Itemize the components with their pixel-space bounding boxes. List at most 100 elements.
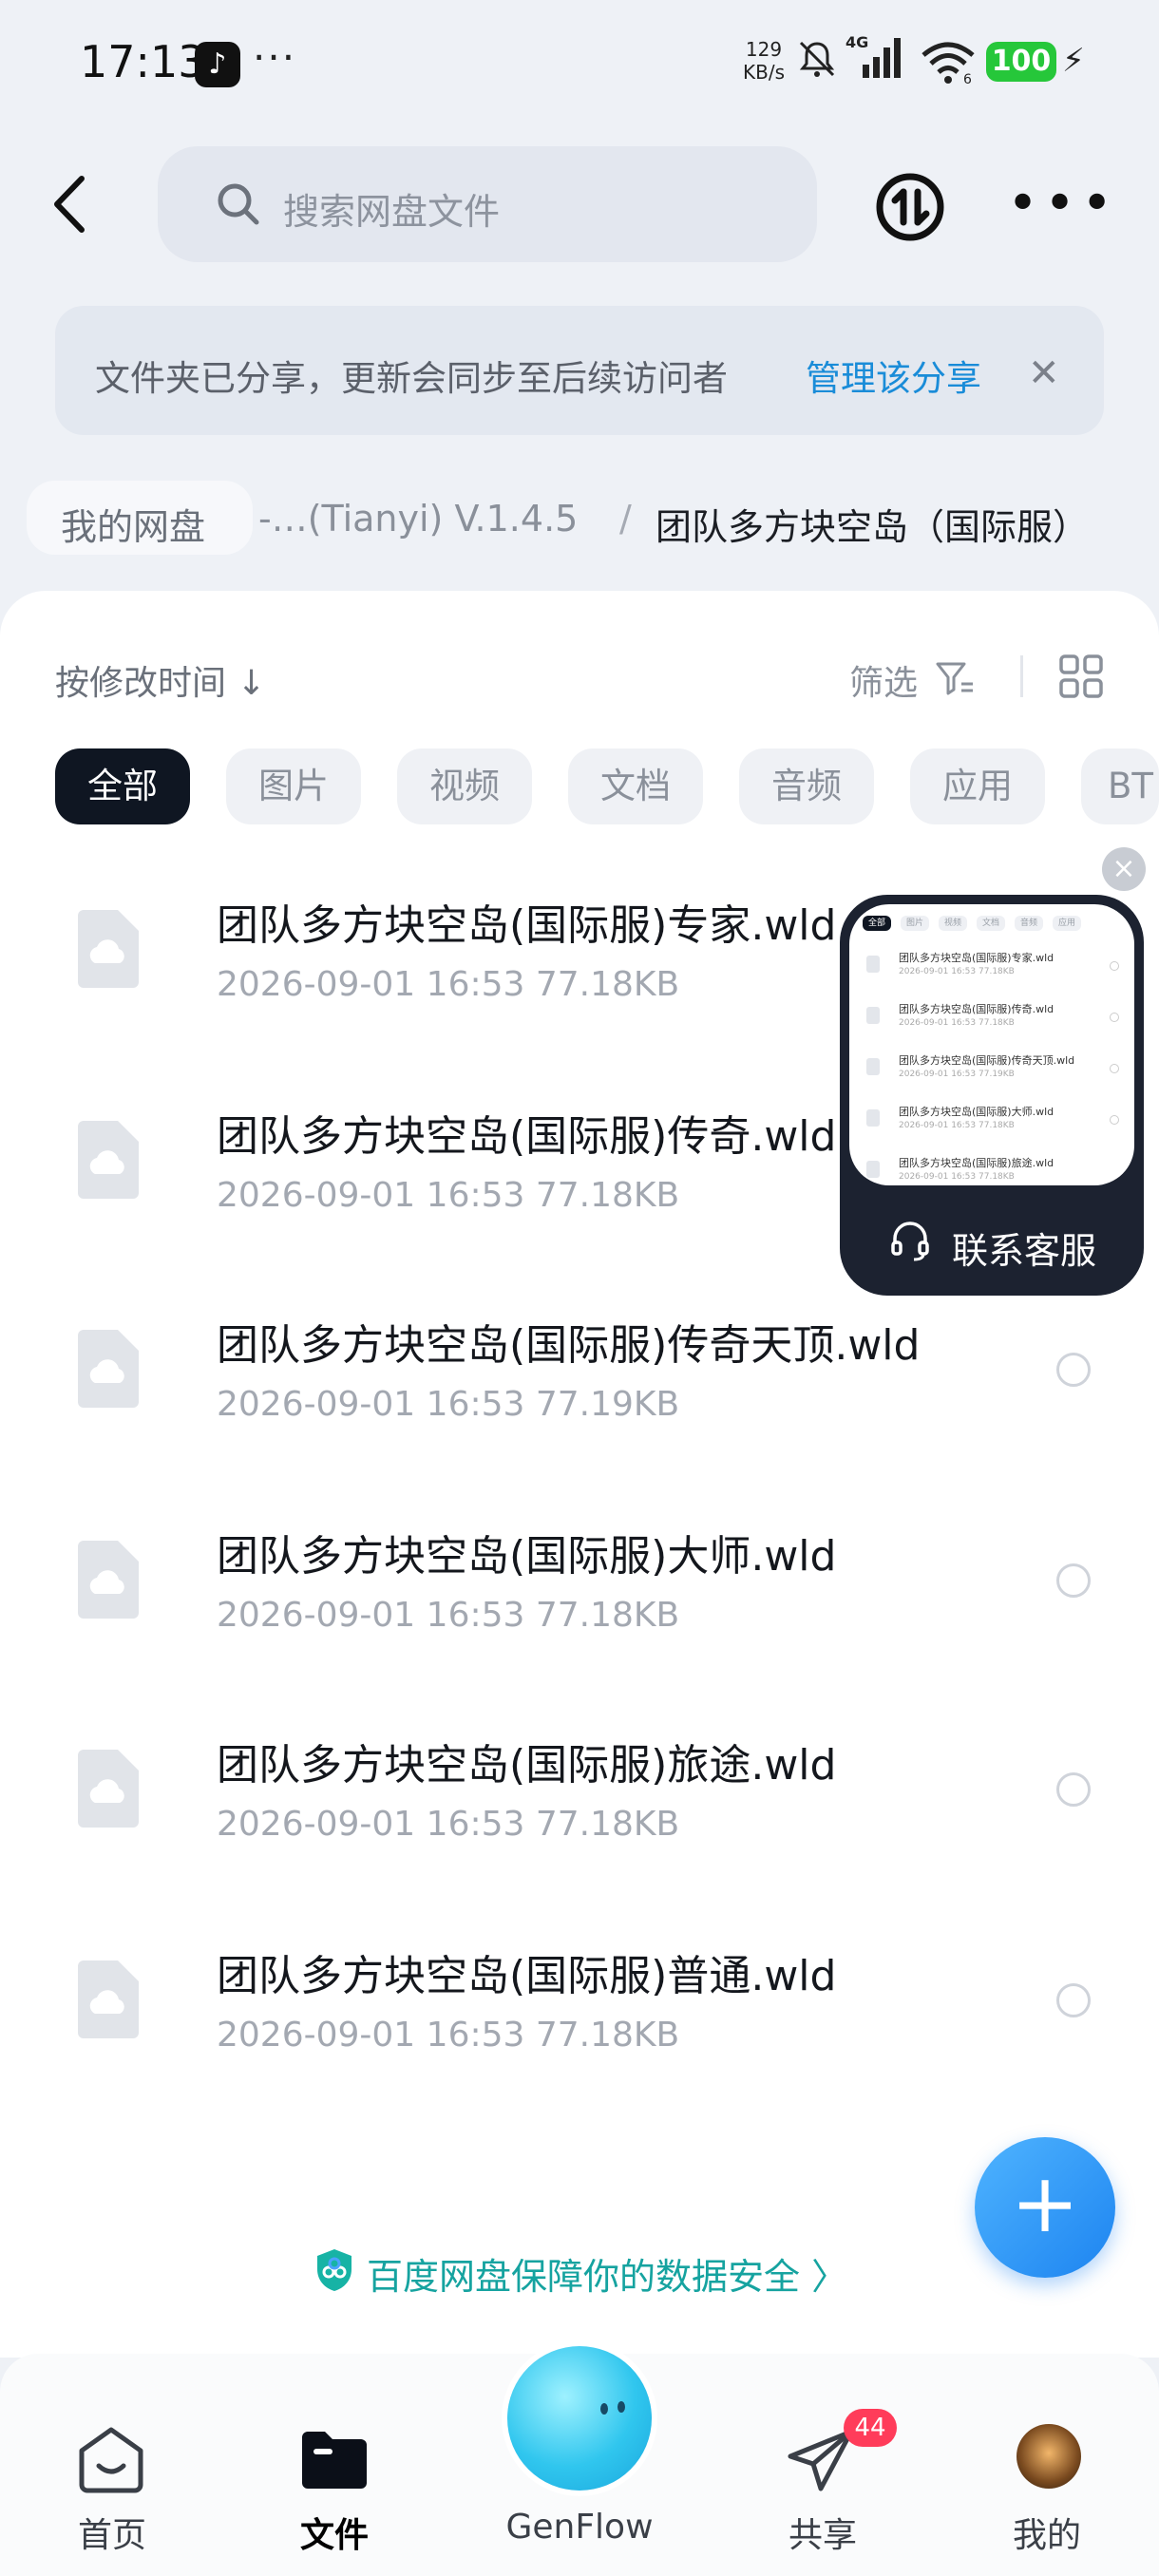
net-speed: 129 KB/s bbox=[743, 38, 785, 84]
filter-button[interactable]: 筛选 bbox=[849, 655, 918, 705]
preview-chip: 视频 bbox=[939, 916, 967, 931]
preview-file-name: 团队多方块空岛(国际服)专家.wld bbox=[899, 952, 1054, 964]
share-badge: 44 bbox=[844, 2409, 897, 2447]
nav-genflow-label[interactable]: GenFlow bbox=[494, 2508, 665, 2547]
preview-file-name: 团队多方块空岛(国际服)大师.wld bbox=[899, 1106, 1054, 1118]
net-speed-unit: KB/s bbox=[743, 61, 785, 84]
cellular-signal-icon: 4G bbox=[846, 34, 901, 78]
file-meta: 2026-09-01 16:53 77.19KB bbox=[217, 1385, 680, 1424]
select-radio[interactable] bbox=[1056, 1563, 1091, 1598]
shield-icon bbox=[317, 2249, 352, 2291]
file-meta: 2026-09-01 16:53 77.18KB bbox=[217, 1805, 680, 1844]
chip-bt[interactable]: BT bbox=[1081, 748, 1159, 824]
preview-chip: 音频 bbox=[1015, 916, 1043, 931]
cloud-file-icon bbox=[78, 1541, 139, 1619]
grid-view-icon[interactable] bbox=[1058, 653, 1104, 699]
preview-file-icon bbox=[866, 1058, 880, 1075]
status-time: 17:13 bbox=[80, 36, 206, 87]
breadcrumb-parent[interactable]: -…(Tianyi) V.1.4.5 bbox=[258, 498, 578, 540]
file-name: 团队多方块空岛(国际服)普通.wld bbox=[217, 1952, 837, 2000]
preview-radio bbox=[1110, 1115, 1119, 1125]
cloud-file-icon bbox=[78, 1330, 139, 1408]
net-speed-value: 129 bbox=[745, 38, 783, 61]
breadcrumb-home-label[interactable]: 我的网盘 bbox=[61, 498, 205, 550]
preview-file-meta: 2026-09-01 16:53 77.18KB bbox=[899, 1018, 1015, 1028]
file-list-panel bbox=[0, 591, 1159, 2358]
back-arrow-icon[interactable] bbox=[48, 171, 95, 237]
preview-file-icon bbox=[866, 956, 880, 973]
breadcrumb-current: 团队多方块空岛（国际服） bbox=[656, 506, 1090, 548]
folder-icon[interactable] bbox=[298, 2426, 370, 2492]
search-icon bbox=[218, 183, 259, 225]
preview-file-name: 团队多方块空岛(国际服)传奇.wld bbox=[899, 1003, 1054, 1015]
close-floating-window-icon[interactable]: × bbox=[1102, 847, 1146, 891]
preview-radio bbox=[1110, 1064, 1119, 1073]
data-security-link[interactable]: 百度网盘保障你的数据安全 〉 bbox=[367, 2247, 847, 2300]
floating-window-preview: 全部 图片 视频 文档 音频 应用 团队多方块空岛(国际服)专家.wld 202… bbox=[849, 904, 1134, 1185]
chip-videos[interactable]: 视频 bbox=[397, 748, 532, 824]
nav-files-label[interactable]: 文件 bbox=[296, 2508, 372, 2557]
more-notifications-icon: ··· bbox=[253, 34, 297, 81]
file-meta: 2026-09-01 16:53 77.18KB bbox=[217, 1596, 680, 1635]
manage-share-link[interactable]: 管理该分享 bbox=[806, 350, 981, 401]
home-smile-icon[interactable] bbox=[76, 2424, 146, 2494]
preview-file-name: 团队多方块空岛(国际服)传奇天顶.wld bbox=[899, 1054, 1075, 1067]
cloud-file-icon bbox=[78, 1121, 139, 1199]
sort-by-modified-button[interactable]: 按修改时间 ↓ bbox=[55, 655, 266, 705]
breadcrumb-separator: / bbox=[619, 498, 632, 540]
mute-bell-icon bbox=[799, 41, 835, 77]
toolbar-divider bbox=[1020, 655, 1023, 697]
preview-file-icon bbox=[866, 1161, 880, 1178]
file-name: 团队多方块空岛(国际服)传奇.wld bbox=[217, 1112, 837, 1161]
avatar[interactable] bbox=[1016, 2424, 1081, 2489]
preview-file-meta: 2026-09-01 16:53 77.18KB bbox=[899, 967, 1015, 976]
cloud-file-icon bbox=[78, 1960, 139, 2038]
preview-chip: 全部 bbox=[863, 916, 891, 931]
charging-icon: ⚡ bbox=[1062, 42, 1085, 80]
preview-radio bbox=[1110, 1013, 1119, 1022]
nav-share-label[interactable]: 共享 bbox=[785, 2508, 861, 2557]
file-name: 团队多方块空岛(国际服)旅途.wld bbox=[217, 1741, 837, 1790]
select-radio[interactable] bbox=[1056, 1772, 1091, 1807]
chip-images[interactable]: 图片 bbox=[226, 748, 361, 824]
chip-all[interactable]: 全部 bbox=[55, 748, 190, 824]
cloud-file-icon bbox=[78, 1750, 139, 1828]
headset-icon bbox=[891, 1222, 929, 1261]
file-name: 团队多方块空岛(国际服)传奇天顶.wld bbox=[217, 1321, 921, 1370]
nav-me-label[interactable]: 我的 bbox=[1009, 2508, 1085, 2557]
contact-support-label[interactable]: 联系客服 bbox=[952, 1222, 1096, 1274]
nav-home-label[interactable]: 首页 bbox=[74, 2508, 150, 2557]
battery-indicator: 100 bbox=[986, 42, 1056, 82]
preview-file-icon bbox=[866, 1109, 880, 1127]
chip-documents[interactable]: 文档 bbox=[568, 748, 703, 824]
share-notice-text: 文件夹已分享，更新会同步至后续访问者 bbox=[95, 358, 728, 399]
tiktok-notification-icon: ♪ bbox=[195, 42, 240, 87]
wifi-sub: 6 bbox=[963, 72, 972, 85]
preview-file-meta: 2026-09-01 16:53 77.19KB bbox=[899, 1070, 1015, 1079]
network-type: 4G bbox=[846, 34, 868, 51]
preview-chip: 图片 bbox=[901, 916, 929, 931]
file-meta: 2026-09-01 16:53 77.18KB bbox=[217, 1176, 680, 1215]
preview-file-meta: 2026-09-01 16:53 77.18KB bbox=[899, 1121, 1015, 1130]
preview-file-name: 团队多方块空岛(国际服)旅途.wld bbox=[899, 1157, 1054, 1169]
select-radio[interactable] bbox=[1056, 1353, 1091, 1387]
file-name: 团队多方块空岛(国际服)专家.wld bbox=[217, 901, 837, 950]
chip-audio[interactable]: 音频 bbox=[739, 748, 874, 824]
mascot-eyes-icon bbox=[600, 2401, 625, 2415]
chip-apps[interactable]: 应用 bbox=[910, 748, 1045, 824]
close-notice-icon[interactable]: ✕ bbox=[1028, 351, 1060, 395]
preview-chip: 文档 bbox=[977, 916, 1005, 931]
preview-chip: 应用 bbox=[1053, 916, 1081, 931]
preview-radio bbox=[1110, 961, 1119, 971]
file-meta: 2026-09-01 16:53 77.18KB bbox=[217, 2016, 680, 2055]
preview-file-meta: 2026-09-01 16:53 77.18KB bbox=[899, 1172, 1015, 1182]
transfer-list-icon[interactable] bbox=[874, 171, 946, 243]
search-placeholder: 搜索网盘文件 bbox=[283, 191, 501, 233]
file-meta: 2026-09-01 16:53 77.18KB bbox=[217, 965, 680, 1004]
file-name: 团队多方块空岛(国际服)大师.wld bbox=[217, 1532, 837, 1581]
wifi-icon: 6 bbox=[922, 42, 975, 85]
filter-icon[interactable] bbox=[935, 659, 975, 699]
add-button[interactable]: + bbox=[975, 2137, 1115, 2278]
select-radio[interactable] bbox=[1056, 1983, 1091, 2017]
more-options-button[interactable]: ••• bbox=[1007, 178, 1118, 231]
